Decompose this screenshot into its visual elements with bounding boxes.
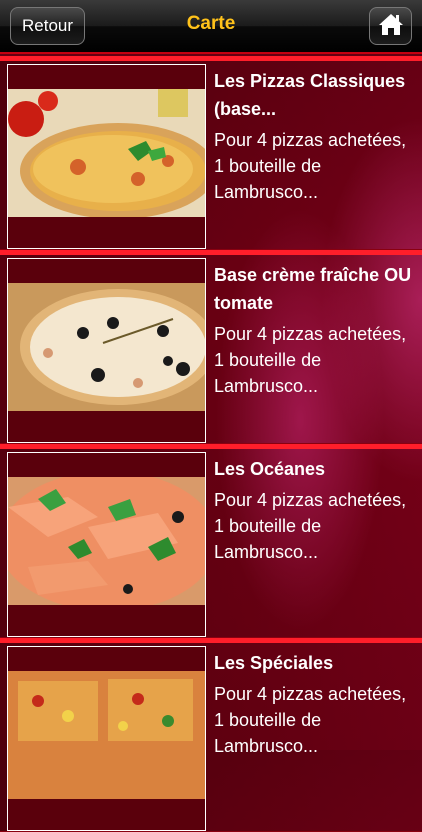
- navigation-bar: Retour Carte: [0, 0, 422, 54]
- page-title: Carte: [186, 13, 236, 34]
- list-item[interactable]: Les Spéciales Pour 4 pizzas achetées, 1 …: [0, 638, 422, 832]
- pizza-thumbnail: [7, 258, 206, 443]
- item-description: Pour 4 pizzas achetées, 1 bouteille de L…: [214, 324, 407, 396]
- item-description: Pour 4 pizzas achetées, 1 bouteille de L…: [214, 490, 407, 562]
- home-icon: [378, 12, 404, 41]
- list-item[interactable]: Base crème fraîche OU tomate Pour 4 pizz…: [0, 250, 422, 444]
- item-title: Les Océanes: [214, 459, 326, 479]
- home-button[interactable]: [369, 7, 412, 45]
- pizza-thumbnail: [7, 452, 206, 637]
- pizza-thumbnail: [7, 64, 206, 249]
- item-title: Les Pizzas Classiques (base...: [214, 71, 406, 119]
- list-item[interactable]: Les Pizzas Classiques (base... Pour 4 pi…: [0, 56, 422, 250]
- item-description: Pour 4 pizzas achetées, 1 bouteille de L…: [214, 684, 407, 756]
- item-title: Les Spéciales: [214, 653, 334, 673]
- item-description: Pour 4 pizzas achetées, 1 bouteille de L…: [214, 130, 407, 202]
- item-title: Base crème fraîche OU tomate: [214, 265, 412, 313]
- list-item[interactable]: Les Océanes Pour 4 pizzas achetées, 1 bo…: [0, 444, 422, 638]
- pizza-thumbnail: [7, 646, 206, 831]
